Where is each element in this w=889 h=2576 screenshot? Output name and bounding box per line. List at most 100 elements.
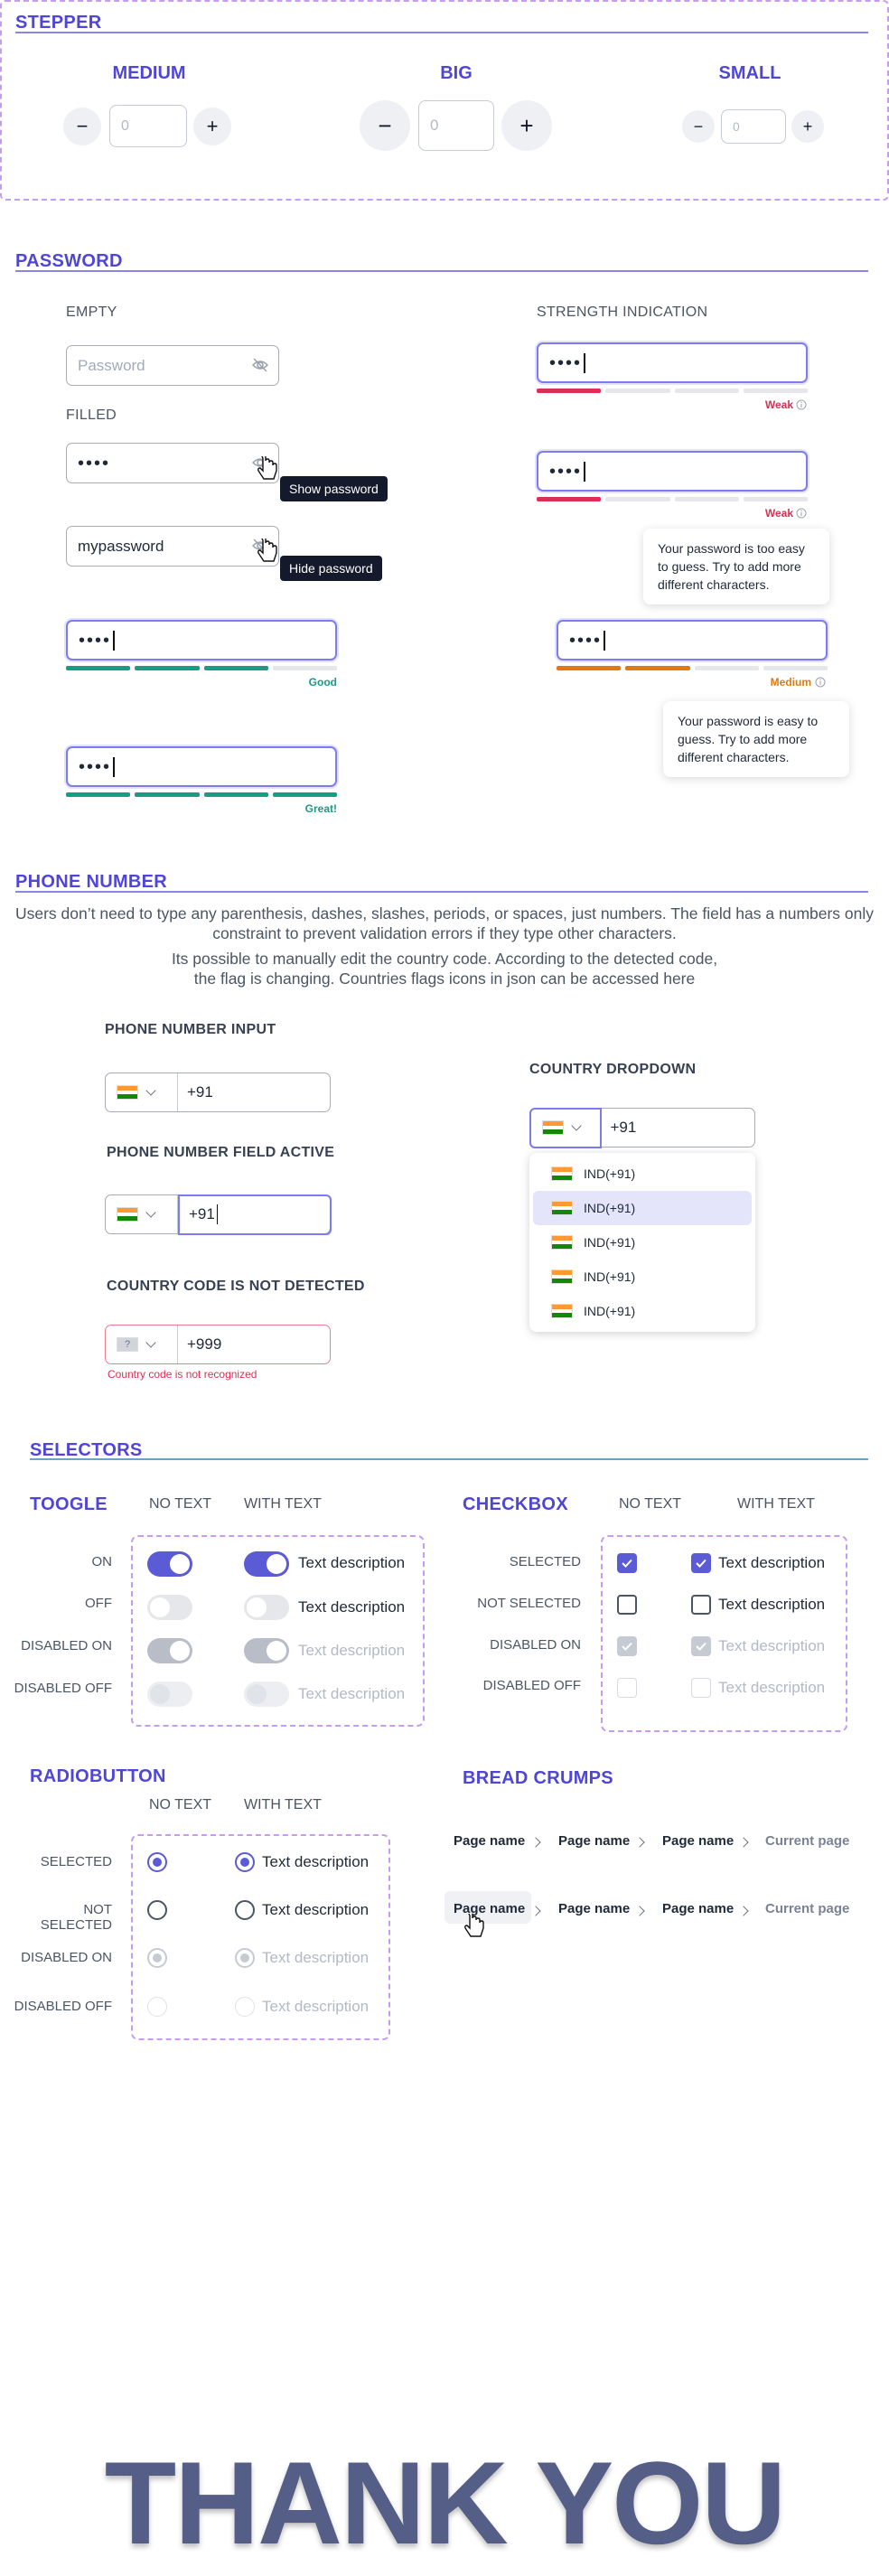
password-empty-field[interactable]: Password [66, 345, 279, 386]
checkbox-row-label: NOT SELECTED [477, 1596, 581, 1611]
toggle-on-with-text[interactable] [244, 1551, 289, 1577]
stepper-small-plus-button[interactable]: + [791, 110, 824, 143]
stepper-big-minus-button[interactable]: − [360, 100, 410, 151]
phone-error-message: Country code is not recognized [108, 1368, 257, 1381]
strength-bar-segment [135, 792, 200, 797]
password-dots: •••• [549, 461, 583, 482]
country-option[interactable]: IND(+91) [533, 1260, 752, 1294]
strength-bar-segment [694, 666, 759, 670]
radio-unselected[interactable] [147, 1900, 167, 1920]
radio-selected-with-text[interactable] [235, 1852, 255, 1872]
phone-number-value[interactable]: +91 [178, 1194, 332, 1235]
country-option[interactable]: IND(+91) [533, 1157, 752, 1191]
phone-input-dropdown[interactable]: +91 [529, 1107, 755, 1148]
chevron-down-icon [145, 1085, 156, 1096]
stepper-medium-minus-button[interactable]: − [63, 108, 101, 145]
strength-bars-weak-2 [537, 497, 808, 501]
password-empty-label: EMPTY [66, 304, 117, 320]
country-option[interactable]: IND(+91) [533, 1294, 752, 1328]
checkbox-no-text-header: NO TEXT [619, 1496, 682, 1512]
strength-bars-weak [537, 389, 808, 393]
password-great-field[interactable]: •••• [66, 746, 337, 787]
country-option[interactable]: IND(+91) [533, 1225, 752, 1260]
country-option-label: IND(+91) [584, 1235, 636, 1250]
phone-input-error[interactable]: ? +999 [105, 1325, 331, 1364]
checkbox-with-text-header: WITH TEXT [737, 1496, 815, 1512]
password-weak-field[interactable]: •••• [537, 342, 808, 383]
breadcrumb-item[interactable]: Page name [662, 1901, 734, 1916]
radio-selected[interactable] [147, 1852, 167, 1872]
checkbox-unselected[interactable] [617, 1595, 637, 1615]
info-icon[interactable] [796, 399, 807, 410]
breadcrumb-current: Current page [765, 1901, 850, 1916]
checkbox-unselected-with-text[interactable] [691, 1595, 711, 1615]
phone-code-text: +91 [189, 1205, 215, 1222]
toggle-row-label: ON [91, 1554, 113, 1569]
strength-bar-segment [135, 666, 200, 670]
strength-bars-great [66, 792, 337, 797]
password-weak-field-2[interactable]: •••• [537, 451, 808, 492]
stepper-medium-plus-button[interactable]: + [193, 108, 231, 145]
country-code-select[interactable]: ? [106, 1325, 178, 1363]
toggle-disabled-on [147, 1638, 192, 1663]
toggle-title: TOOGLE [30, 1494, 108, 1514]
text-caret [584, 352, 585, 373]
checkbox-selected-with-text[interactable] [691, 1553, 711, 1573]
toggle-with-text-header: WITH TEXT [244, 1496, 322, 1512]
password-dots: •••• [79, 756, 112, 777]
password-visible-field[interactable]: mypassword [66, 526, 279, 567]
radio-disabled-off-with-text [235, 1997, 255, 2017]
country-code-select[interactable] [106, 1073, 178, 1111]
country-option-label: IND(+91) [584, 1269, 636, 1284]
radio-no-text-header: NO TEXT [149, 1797, 212, 1813]
breadcrumb-item[interactable]: Page name [662, 1833, 734, 1849]
phone-number-value[interactable]: +91 [178, 1073, 330, 1111]
stepper-big-plus-button[interactable]: + [501, 100, 552, 151]
toggle-on[interactable] [147, 1551, 192, 1577]
strength-bar-segment [743, 497, 808, 501]
toggle-off-with-text[interactable] [244, 1595, 289, 1620]
country-option-selected[interactable]: IND(+91) [533, 1191, 752, 1225]
radio-row-label: NOT SELECTED [40, 1902, 112, 1933]
breadcrumb-item[interactable]: Page name [454, 1833, 525, 1849]
phone-title: PHONE NUMBER [15, 872, 168, 892]
eye-off-icon[interactable] [251, 357, 269, 373]
stepper-small-minus-button[interactable]: − [682, 110, 715, 143]
strength-bar-segment [272, 666, 337, 670]
phone-number-value[interactable]: +999 [178, 1325, 330, 1363]
check-icon [622, 1642, 632, 1651]
phone-input-active[interactable]: +91 [105, 1194, 332, 1235]
phone-dropdown-label: COUNTRY DROPDOWN [529, 1062, 697, 1077]
strength-label-medium: Medium [770, 676, 811, 688]
radio-row-label: SELECTED [40, 1854, 112, 1869]
strength-bars-good [66, 666, 337, 670]
checkbox-text: Text description [718, 1679, 826, 1696]
strength-bar-segment [605, 497, 670, 501]
radio-text: Text description [262, 1998, 370, 2015]
stepper-big-input[interactable]: 0 [418, 100, 494, 151]
radio-text: Text description [262, 1853, 370, 1870]
phone-input[interactable]: +91 [105, 1073, 331, 1112]
strength-bar-segment [272, 792, 337, 797]
radio-unselected-with-text[interactable] [235, 1900, 255, 1920]
breadcrumb-item[interactable]: Page name [558, 1901, 630, 1916]
password-good-field[interactable]: •••• [66, 620, 337, 660]
stepper-medium-input[interactable]: 0 [109, 105, 187, 147]
info-icon[interactable] [796, 508, 807, 519]
toggle-off[interactable] [147, 1595, 192, 1620]
stepper-big-label: BIG [440, 63, 473, 83]
strength-bar-segment [537, 389, 602, 393]
toggle-row-label: OFF [85, 1596, 112, 1611]
selectors-divider [30, 1458, 868, 1460]
checkbox-selected[interactable] [617, 1553, 637, 1573]
country-code-select-open[interactable] [529, 1107, 602, 1148]
breadcrumb-item[interactable]: Page name [558, 1833, 630, 1849]
country-code-select[interactable] [106, 1195, 178, 1233]
chevron-right-icon [530, 1837, 541, 1848]
phone-number-value[interactable]: +91 [602, 1109, 755, 1147]
info-icon[interactable] [815, 677, 826, 688]
hand-cursor-icon [464, 1914, 484, 1937]
stepper-small-input[interactable]: 0 [721, 109, 786, 144]
password-filled-field[interactable]: •••• [66, 443, 279, 483]
password-medium-field[interactable]: •••• [557, 620, 828, 660]
